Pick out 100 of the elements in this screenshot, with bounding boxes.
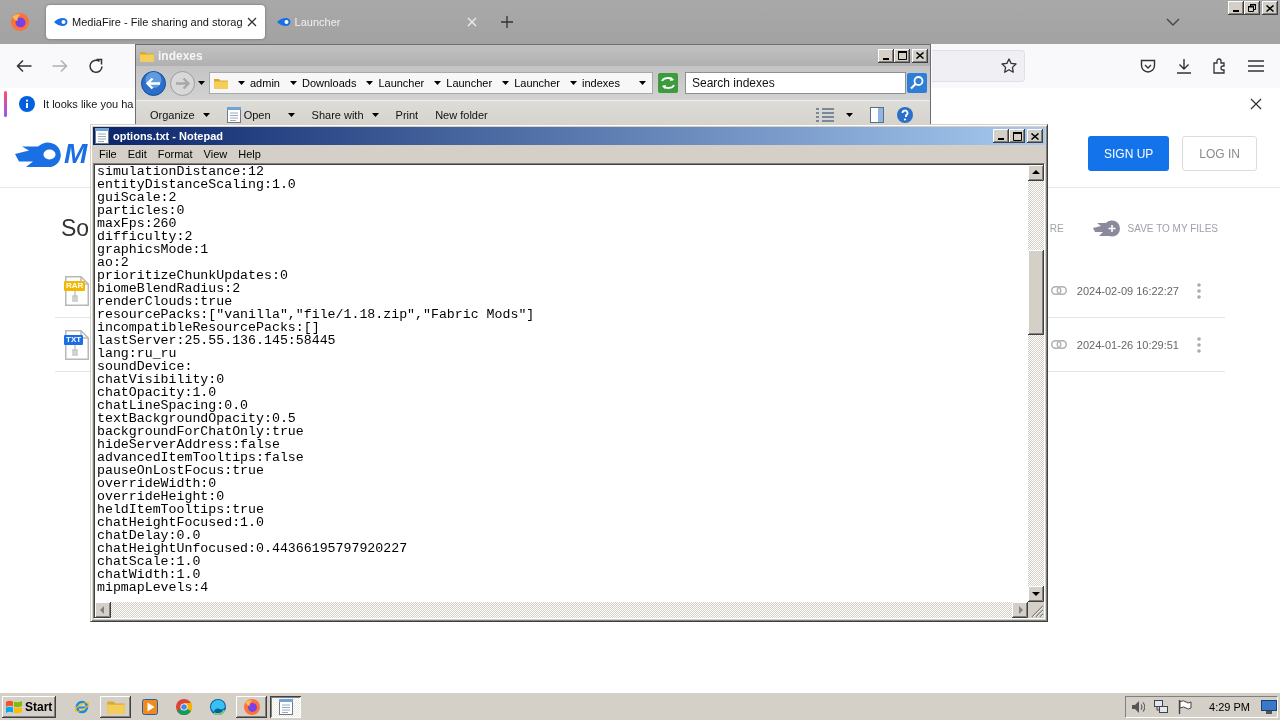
breadcrumb-item[interactable]: admin xyxy=(250,77,280,89)
desktop-icon[interactable] xyxy=(1261,699,1277,714)
scroll-right-arrow-icon[interactable] xyxy=(1012,602,1028,618)
caret-icon[interactable] xyxy=(202,113,210,117)
menu-item[interactable]: File xyxy=(93,148,123,160)
close-button[interactable] xyxy=(1027,129,1043,143)
text-line: soundDevice: xyxy=(97,360,193,373)
pocket-icon[interactable] xyxy=(1140,58,1156,74)
header-button[interactable]: LOG IN xyxy=(1182,136,1257,171)
taskbar-button[interactable] xyxy=(100,695,132,718)
scroll-down-arrow-icon[interactable] xyxy=(1028,586,1044,602)
minimize-button[interactable] xyxy=(878,48,894,63)
notification-text: It looks like you ha xyxy=(43,98,134,110)
taskbar-button[interactable] xyxy=(236,695,268,718)
caret-icon[interactable] xyxy=(289,81,297,85)
browser-tab[interactable]: MediaFire - File sharing and storag xyxy=(46,5,265,39)
breadcrumb-item[interactable]: Launcher xyxy=(514,77,560,89)
star-icon[interactable] xyxy=(1001,58,1017,74)
caret-icon[interactable] xyxy=(639,81,646,85)
text-line: chatScale:1.0 xyxy=(97,555,201,568)
menu-icon[interactable] xyxy=(1248,60,1264,72)
toolbar-button[interactable]: New folder xyxy=(431,106,492,124)
text-line: advancedItemTooltips:false xyxy=(97,451,304,464)
text-line: prioritizeChunkUpdates:0 xyxy=(97,269,288,282)
caret-icon[interactable] xyxy=(570,81,577,85)
caret-icon[interactable] xyxy=(238,81,245,85)
caret-icon[interactable] xyxy=(371,113,379,117)
caret-icon[interactable] xyxy=(198,81,205,85)
vertical-scrollbar[interactable] xyxy=(1028,165,1044,602)
search-icon[interactable] xyxy=(907,73,927,93)
text-line: guiScale:2 xyxy=(97,191,177,204)
breadcrumb-item[interactable]: Launcher xyxy=(378,77,425,89)
start-button[interactable]: Start xyxy=(2,695,57,718)
close-button[interactable] xyxy=(1262,1,1278,15)
text-line: heldItemTooltips:true xyxy=(97,503,264,516)
text-line: entityDistanceScaling:1.0 xyxy=(97,178,296,191)
caret-icon[interactable] xyxy=(287,113,295,117)
play-icon xyxy=(141,698,158,715)
file-type-badge: TXT xyxy=(64,334,84,345)
toolbar-button[interactable]: Share with xyxy=(307,106,383,124)
puzzle-piece-icon[interactable] xyxy=(1212,58,1228,74)
restore-button[interactable] xyxy=(1244,1,1260,15)
menu-item[interactable]: Edit xyxy=(122,148,153,160)
preview-pane-icon[interactable] xyxy=(870,107,884,123)
scrollbar-thumb[interactable] xyxy=(1028,250,1044,335)
ring-orbit-icon xyxy=(73,698,90,715)
restore-icon[interactable] xyxy=(1248,4,1256,12)
speaker-icon[interactable] xyxy=(1131,699,1146,714)
chevron-down-icon[interactable] xyxy=(1166,18,1180,26)
caret-icon[interactable] xyxy=(366,81,374,85)
breadcrumb-item[interactable]: indexes xyxy=(582,77,620,89)
address-field[interactable]: admin Downloads Launcher Launcher Launcher indexes xyxy=(209,72,653,94)
text-line: resourcePacks:["vanilla","file/1.18.zip","Fabric Mods"] xyxy=(97,308,535,321)
help-icon[interactable] xyxy=(897,107,913,123)
folder-icon xyxy=(214,77,228,89)
toolbar-button[interactable]: Open xyxy=(222,106,299,124)
caret-icon[interactable] xyxy=(434,81,442,85)
close-icon[interactable] xyxy=(1031,132,1039,140)
close-icon[interactable] xyxy=(246,17,257,27)
minimize-button[interactable] xyxy=(1228,1,1244,15)
taskbar-button[interactable] xyxy=(270,695,302,718)
close-icon[interactable] xyxy=(916,52,924,59)
close-icon[interactable] xyxy=(1266,4,1274,12)
refresh-icon[interactable] xyxy=(658,73,678,93)
back-arrow-icon[interactable] xyxy=(16,59,32,73)
minimize-button[interactable] xyxy=(993,129,1009,143)
view-options-icon[interactable] xyxy=(816,108,834,122)
header-button[interactable]: SIGN UP xyxy=(1087,136,1170,171)
window-title: options.txt - Notepad xyxy=(113,130,223,142)
flag-icon[interactable] xyxy=(1178,699,1193,714)
toolbar-button[interactable]: Print xyxy=(391,106,423,124)
menu-item[interactable]: Help xyxy=(232,148,267,160)
download-icon[interactable] xyxy=(1176,58,1192,74)
network-icon[interactable] xyxy=(1154,699,1169,714)
text-line: lastServer:25.55.136.145:58445 xyxy=(97,334,336,347)
caret-icon[interactable] xyxy=(846,113,853,117)
close-icon[interactable] xyxy=(1250,98,1262,110)
info-icon xyxy=(19,96,35,112)
horizontal-scrollbar[interactable] xyxy=(95,602,1028,618)
plus-icon[interactable] xyxy=(500,16,513,28)
text-line: chatDelay:0.0 xyxy=(97,529,201,542)
scroll-up-arrow-icon[interactable] xyxy=(1028,165,1044,181)
menu-item[interactable]: View xyxy=(198,148,233,160)
scroll-left-arrow-icon[interactable] xyxy=(95,602,111,618)
minimize-icon[interactable] xyxy=(883,57,889,60)
search-field[interactable]: Search indexes xyxy=(685,72,906,94)
breadcrumb-item[interactable]: Downloads xyxy=(301,77,357,89)
menu-item[interactable]: Format xyxy=(152,148,199,160)
reload-icon[interactable] xyxy=(88,58,104,74)
toolbar-button[interactable]: Organize xyxy=(146,106,214,124)
caret-icon[interactable] xyxy=(502,81,510,85)
text-line: renderClouds:true xyxy=(97,295,233,308)
flame-logo-icon xyxy=(15,140,61,167)
text-line: maxFps:260 xyxy=(97,217,177,230)
text-line: lang:ru_ru xyxy=(97,347,177,360)
breadcrumb-item[interactable]: Launcher xyxy=(446,77,493,89)
close-button[interactable] xyxy=(912,48,928,63)
url-field[interactable] xyxy=(932,50,1025,82)
swoosh-icon xyxy=(54,17,68,27)
clock[interactable]: 4:29 PM xyxy=(1209,700,1250,713)
